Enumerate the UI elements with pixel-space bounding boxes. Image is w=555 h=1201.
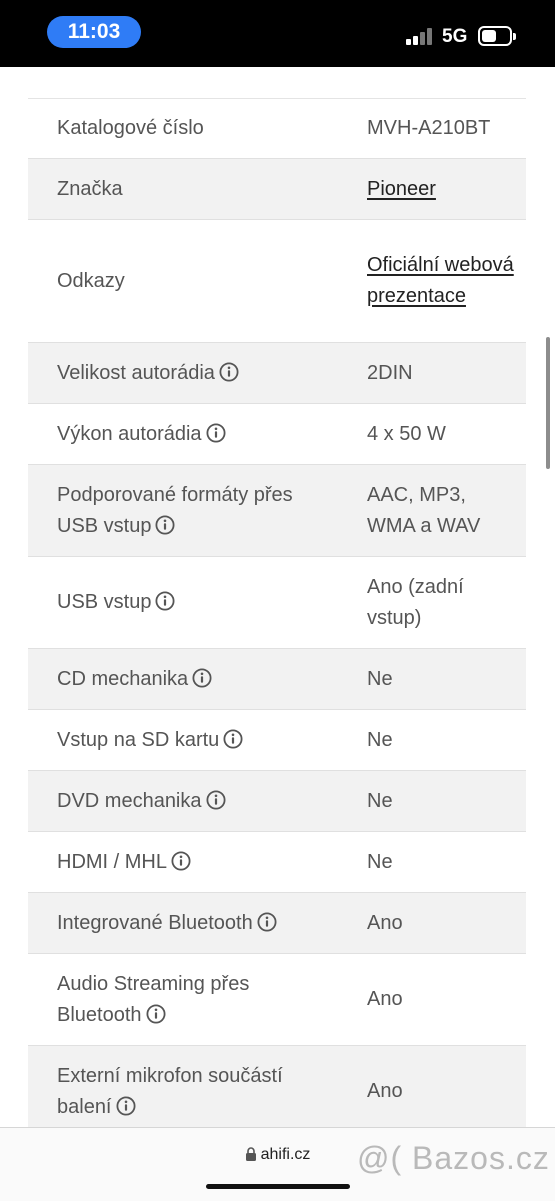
spec-value-text: Ne (367, 850, 393, 873)
spec-value: Ne (338, 786, 526, 817)
info-circle-icon[interactable] (146, 1003, 166, 1024)
spec-value: Ne (338, 664, 526, 695)
spec-value: Oficiální webová prezentace (338, 250, 526, 312)
info-circle-icon[interactable] (257, 911, 277, 932)
spec-label-text: CD mechanika (57, 667, 189, 690)
spec-value: Pioneer (338, 174, 526, 205)
browser-bottom-bar: ahifi.cz @( Bazos.cz (0, 1127, 555, 1201)
spec-value-text: MVH-A210BT (367, 117, 491, 139)
spec-label: HDMI / MHL (28, 847, 338, 878)
spec-label-text: Vstup na SD kartu (57, 728, 220, 751)
spec-value-text: Ano (zadní vstup) (367, 575, 464, 629)
spec-row: Integrované Bluetooth Ano (28, 893, 526, 954)
spec-label: Integrované Bluetooth (28, 908, 338, 939)
watermark: @( Bazos.cz (357, 1140, 550, 1176)
spec-row: DVD mechanika Ne (28, 771, 526, 832)
status-time[interactable]: 11:03 (47, 16, 141, 48)
spec-label: Výkon autorádia (28, 419, 338, 450)
info-circle-icon[interactable] (115, 1095, 136, 1116)
spec-row: Výkon autorádia 4 x 50 W (28, 404, 526, 465)
spec-label-text: HDMI / MHL (57, 850, 167, 873)
spec-value-text: 4 x 50 W (367, 422, 446, 445)
info-circle-icon[interactable] (171, 850, 191, 871)
info-circle-icon[interactable] (155, 590, 175, 611)
spec-row: Audio Streaming přes Bluetooth Ano (28, 954, 526, 1046)
spec-value: 4 x 50 W (338, 419, 526, 450)
spec-row: Odkazy Oficiální webová prezentace (28, 220, 526, 343)
spec-value-text: Ano (367, 911, 403, 934)
spec-row: Externí mikrofon součástí balení Ano (28, 1046, 526, 1127)
spec-label-text: DVD mechanika (57, 789, 202, 812)
info-circle-icon[interactable] (223, 728, 243, 749)
spec-value: Ano (338, 908, 526, 939)
spec-label-text: Externí mikrofon součástí balení (57, 1064, 283, 1118)
spec-value-text: 2DIN (367, 361, 413, 384)
spec-label-text: Značka (57, 177, 123, 200)
page-content: Katalogové číslo MVH-A210BT Značka Pioneer O… (0, 67, 555, 1127)
spec-row: Podporované formáty přes USB vstup AAC, M… (28, 465, 526, 557)
spec-value: 2DIN (338, 358, 526, 389)
spec-value: Ne (338, 847, 526, 878)
spec-row: Velikost autorádia 2DIN (28, 343, 526, 404)
info-circle-icon[interactable] (192, 667, 212, 688)
cellular-signal-icon (406, 27, 434, 45)
home-indicator[interactable] (206, 1184, 350, 1189)
spec-value-text: Ano (367, 1080, 403, 1102)
spec-value: Ne (338, 725, 526, 756)
spec-value-link[interactable]: Oficiální webová prezentace (367, 254, 514, 307)
spec-label-text: Katalogové číslo (57, 117, 204, 139)
spec-label: USB vstup (28, 587, 338, 618)
info-circle-icon[interactable] (206, 422, 226, 443)
spec-row: CD mechanika Ne (28, 649, 526, 710)
spec-row: HDMI / MHL Ne (28, 832, 526, 893)
spec-label: Velikost autorádia (28, 358, 338, 389)
spec-label: Audio Streaming přes Bluetooth (28, 969, 338, 1031)
spec-label: Podporované formáty přes USB vstup (28, 480, 338, 542)
spec-label: Vstup na SD kartu (28, 725, 338, 756)
network-type: 5G (442, 26, 468, 47)
spec-value: Ano (338, 984, 526, 1015)
spec-label-text: Velikost autorádia (57, 361, 215, 384)
spec-label: Značka (28, 174, 338, 205)
spec-table: Katalogové číslo MVH-A210BT Značka Pioneer O… (28, 98, 526, 1127)
lock-icon (245, 1147, 256, 1161)
spec-row: Značka Pioneer (28, 159, 526, 220)
spec-label-text: USB vstup (57, 591, 152, 613)
spec-label: DVD mechanika (28, 786, 338, 817)
spec-label-text: Výkon autorádia (57, 422, 202, 445)
spec-value: AAC, MP3, WMA a WAV (338, 480, 526, 542)
spec-value-text: Ne (367, 789, 393, 812)
spec-value-link[interactable]: Pioneer (367, 178, 436, 200)
battery-icon (478, 26, 516, 46)
spec-value-text: Ano (367, 988, 403, 1010)
spec-value: Ano (338, 1076, 526, 1107)
spec-value-text: Ne (367, 667, 393, 690)
status-bar: 11:03 5G (0, 0, 555, 67)
url-text: ahifi.cz (260, 1146, 311, 1163)
spec-value-text: Ne (367, 728, 393, 751)
spec-value: MVH-A210BT (338, 113, 526, 144)
spec-row: Vstup na SD kartu Ne (28, 710, 526, 771)
spec-label: Odkazy (28, 266, 338, 297)
spec-row: USB vstup Ano (zadní vstup) (28, 557, 526, 649)
spec-value: Ano (zadní vstup) (338, 572, 526, 634)
spec-label-text: Integrované Bluetooth (57, 911, 253, 934)
spec-value-text: AAC, MP3, WMA a WAV (367, 483, 481, 537)
spec-row: Katalogové číslo MVH-A210BT (28, 99, 526, 159)
spec-label-text: Odkazy (57, 269, 125, 292)
spec-label: Katalogové číslo (28, 113, 338, 144)
spec-label: CD mechanika (28, 664, 338, 695)
info-circle-icon[interactable] (206, 789, 226, 810)
info-circle-icon[interactable] (155, 514, 175, 535)
scrollbar[interactable] (546, 337, 550, 469)
spec-label: Externí mikrofon součástí balení (28, 1061, 338, 1123)
info-circle-icon[interactable] (219, 361, 239, 382)
